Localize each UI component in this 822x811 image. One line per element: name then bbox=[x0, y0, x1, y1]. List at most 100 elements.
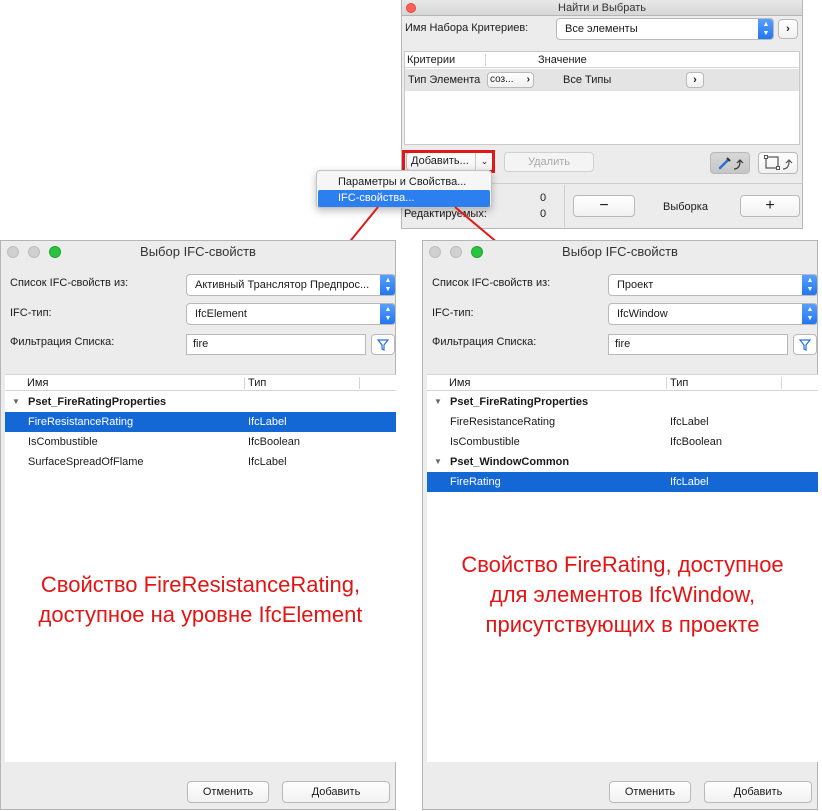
row-name: IsCombustible bbox=[450, 436, 520, 448]
list-group-row[interactable]: ▼ Pset_FireRatingProperties bbox=[5, 392, 396, 412]
group-name: Pset_FireRatingProperties bbox=[28, 396, 167, 408]
criteria-set-select[interactable]: Все элементы ▲ ▼ bbox=[556, 18, 774, 40]
row-name: FireRating bbox=[450, 476, 501, 488]
list-from-value: Проект bbox=[617, 279, 654, 291]
list-row[interactable]: IsCombustible IfcBoolean bbox=[5, 432, 396, 452]
list-row[interactable]: IsCombustible IfcBoolean bbox=[427, 432, 818, 452]
annotation-caption: Свойство FireResistanceRating, доступное… bbox=[5, 570, 396, 630]
filter-input[interactable]: fire bbox=[608, 334, 788, 355]
minimize-icon[interactable] bbox=[450, 246, 462, 258]
caption-line: присутствующих в проекте bbox=[485, 612, 760, 637]
add-dropdown-menu: Параметры и Свойства... IFC-свойства... bbox=[316, 170, 492, 208]
criteria-set-more-button[interactable]: › bbox=[778, 19, 798, 39]
chevron-right-icon: › bbox=[526, 74, 530, 85]
add-button[interactable]: Добавить bbox=[282, 781, 390, 803]
eyedropper-tool-button[interactable] bbox=[710, 152, 750, 174]
caption-line: Свойство FireResistanceRating, bbox=[40, 572, 361, 597]
filter-label: Фильтрация Списка: bbox=[10, 336, 115, 348]
operator-value: соз... bbox=[490, 74, 514, 85]
row-type: IfcLabel bbox=[248, 416, 287, 428]
value-more-button[interactable]: › bbox=[686, 72, 704, 88]
col-value: Значение bbox=[538, 54, 587, 66]
eyedropper-icon bbox=[718, 157, 744, 170]
ifc-dialog-right: Выбор IFC-свойств Список IFC-свойств из:… bbox=[422, 240, 818, 810]
filter-label: Фильтрация Списка: bbox=[432, 336, 537, 348]
list-row[interactable]: FireResistanceRating IfcLabel bbox=[427, 412, 818, 432]
select-stepper-icon: ▲ ▼ bbox=[380, 275, 395, 295]
list-from-value: Активный Транслятор Предпрос... bbox=[195, 279, 370, 291]
filter-button[interactable] bbox=[371, 334, 395, 355]
ifc-type-select[interactable]: IfcElement ▲ ▼ bbox=[186, 303, 396, 325]
select-stepper-icon: ▲ ▼ bbox=[758, 19, 773, 39]
column-separator bbox=[244, 377, 245, 389]
filter-input[interactable]: fire bbox=[186, 334, 366, 355]
selection-label: Выборка bbox=[663, 201, 708, 213]
editable-count: 0 bbox=[540, 208, 547, 220]
minimize-icon[interactable] bbox=[28, 246, 40, 258]
close-window-button[interactable] bbox=[406, 3, 416, 13]
close-icon[interactable] bbox=[7, 246, 19, 258]
disclosure-triangle-icon[interactable]: ▼ bbox=[434, 452, 442, 472]
add-button[interactable]: Добавить bbox=[704, 781, 812, 803]
criteria-table: Критерии Значение Тип Элемента соз... › … bbox=[404, 51, 800, 145]
column-separator bbox=[485, 54, 486, 66]
list-group-row[interactable]: ▼ Pset_FireRatingProperties bbox=[427, 392, 818, 412]
window-title: Найти и Выбрать bbox=[558, 2, 646, 14]
list-from-label: Список IFC-свойств из: bbox=[10, 277, 129, 289]
list-from-select[interactable]: Активный Транслятор Предпрос... ▲ ▼ bbox=[186, 274, 396, 296]
ifc-type-label: IFC-тип: bbox=[10, 307, 52, 319]
row-name: IsCombustible bbox=[28, 436, 98, 448]
divider bbox=[564, 185, 565, 227]
row-type: IfcLabel bbox=[248, 456, 287, 468]
ifc-type-label: IFC-тип: bbox=[432, 307, 474, 319]
select-stepper-icon: ▲ ▼ bbox=[802, 304, 817, 324]
delete-button[interactable]: Удалить bbox=[504, 152, 594, 172]
col-type: Тип bbox=[670, 377, 689, 389]
list-row-selected[interactable]: FireRating IfcLabel bbox=[427, 472, 818, 492]
row-name: FireResistanceRating bbox=[28, 416, 134, 428]
group-name: Pset_WindowCommon bbox=[450, 456, 570, 468]
ifc-dialog-left: Выбор IFC-свойств Список IFC-свойств из:… bbox=[0, 240, 396, 810]
annotation-caption: Свойство FireRating, доступное для элеме… bbox=[427, 550, 818, 640]
cancel-button[interactable]: Отменить bbox=[609, 781, 691, 803]
close-icon[interactable] bbox=[429, 246, 441, 258]
col-type: Тип bbox=[248, 377, 267, 389]
funnel-icon bbox=[798, 339, 812, 351]
zoom-icon[interactable] bbox=[49, 246, 61, 258]
row-type: IfcBoolean bbox=[670, 436, 722, 448]
row-type: IfcBoolean bbox=[248, 436, 300, 448]
disclosure-triangle-icon[interactable]: ▼ bbox=[434, 392, 442, 412]
list-group-row[interactable]: ▼ Pset_WindowCommon bbox=[427, 452, 818, 472]
filter-button[interactable] bbox=[793, 334, 817, 355]
criteria-set-label: Имя Набора Критериев: bbox=[405, 22, 529, 34]
disclosure-triangle-icon[interactable]: ▼ bbox=[12, 392, 20, 412]
row-type: IfcLabel bbox=[670, 476, 709, 488]
select-button[interactable]: + bbox=[740, 195, 800, 217]
list-row-selected[interactable]: FireResistanceRating IfcLabel bbox=[5, 412, 396, 432]
caption-line: Свойство FireRating, доступное bbox=[461, 552, 784, 577]
column-separator bbox=[359, 377, 360, 389]
criteria-set-value: Все элементы bbox=[565, 23, 638, 35]
col-criteria: Критерии bbox=[407, 54, 456, 66]
list-from-select[interactable]: Проект ▲ ▼ bbox=[608, 274, 818, 296]
column-separator bbox=[666, 377, 667, 389]
criteria-row-value: Все Типы bbox=[563, 74, 612, 86]
group-name: Pset_FireRatingProperties bbox=[450, 396, 589, 408]
menu-item-ifc-properties[interactable]: IFC-свойства... bbox=[318, 190, 490, 207]
select-stepper-icon: ▲ ▼ bbox=[802, 275, 817, 295]
list-from-label: Список IFC-свойств из: bbox=[432, 277, 551, 289]
find-select-titlebar: Найти и Выбрать bbox=[402, 0, 802, 16]
marquee-icon bbox=[764, 155, 793, 170]
marquee-tool-button[interactable] bbox=[758, 152, 798, 174]
list-row[interactable]: SurfaceSpreadOfFlame IfcLabel bbox=[5, 452, 396, 472]
zoom-icon[interactable] bbox=[471, 246, 483, 258]
deselect-button[interactable]: − bbox=[573, 195, 635, 217]
found-count: 0 bbox=[540, 192, 547, 204]
criteria-row[interactable]: Тип Элемента соз... › Все Типы › bbox=[405, 69, 799, 91]
cancel-button[interactable]: Отменить bbox=[187, 781, 269, 803]
col-name: Имя bbox=[449, 377, 471, 389]
funnel-icon bbox=[376, 339, 390, 351]
operator-select[interactable]: соз... › bbox=[487, 72, 534, 88]
menu-item-params-properties[interactable]: Параметры и Свойства... bbox=[318, 174, 490, 191]
ifc-type-select[interactable]: IfcWindow ▲ ▼ bbox=[608, 303, 818, 325]
